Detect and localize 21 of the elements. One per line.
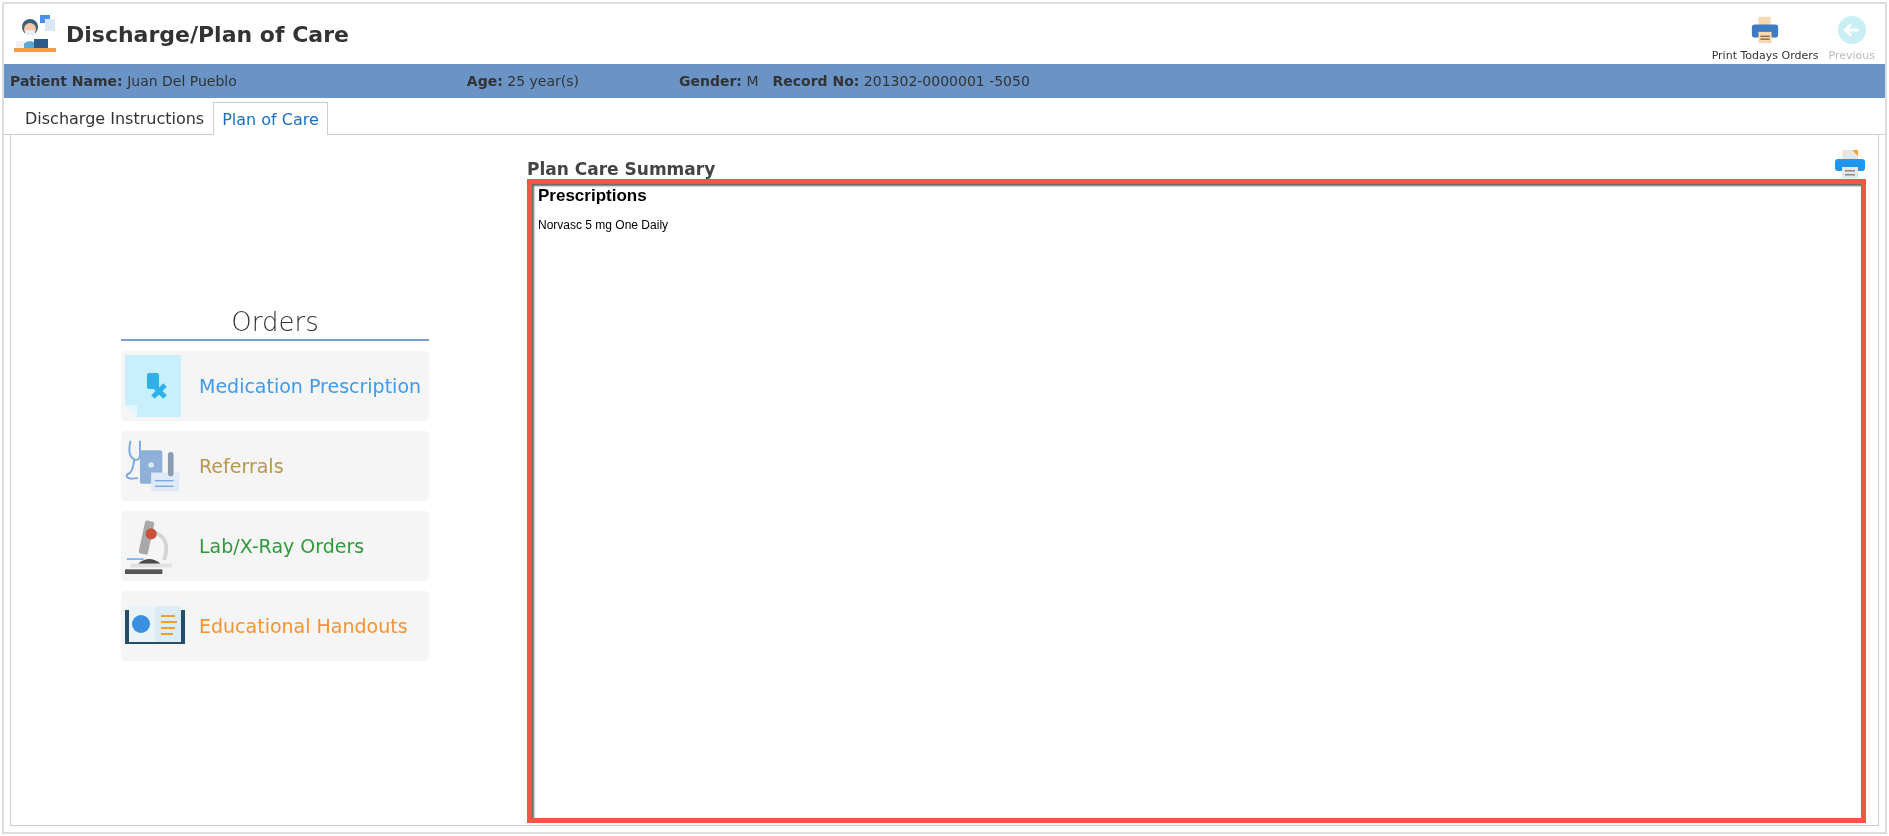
summary-line: Norvasc 5 mg One Daily bbox=[538, 218, 670, 232]
order-item[interactable]: Referrals bbox=[121, 431, 429, 501]
tab[interactable]: Plan of Care bbox=[213, 102, 328, 135]
window-title: Discharge/Plan of Care bbox=[66, 21, 350, 47]
nurse-icon bbox=[14, 14, 58, 54]
patient-field: Age: 25 year(s) bbox=[466, 73, 579, 89]
book-icon bbox=[125, 606, 185, 646]
summary-title: Plan Care Summary bbox=[527, 159, 716, 179]
order-item[interactable]: Educational Handouts bbox=[121, 591, 429, 661]
printer-icon[interactable] bbox=[1834, 149, 1866, 179]
toolbar-button[interactable]: Print Todays Orders bbox=[1711, 15, 1819, 62]
section-heading: Prescriptions bbox=[538, 186, 648, 206]
prescription-icon bbox=[125, 355, 181, 417]
order-item[interactable]: Medication Prescription bbox=[121, 351, 429, 421]
orders-heading: Orders bbox=[121, 307, 429, 341]
tab[interactable]: Discharge Instructions bbox=[16, 102, 214, 134]
patient-field: Patient Name: Juan Del Pueblo bbox=[10, 73, 237, 89]
printer-icon bbox=[1750, 15, 1781, 45]
order-item[interactable]: Lab/X-Ray Orders bbox=[121, 511, 429, 581]
patient-field: Record No: 201302-0000001 -5050 bbox=[772, 73, 1030, 89]
patient-field: Gender: M bbox=[678, 73, 759, 89]
